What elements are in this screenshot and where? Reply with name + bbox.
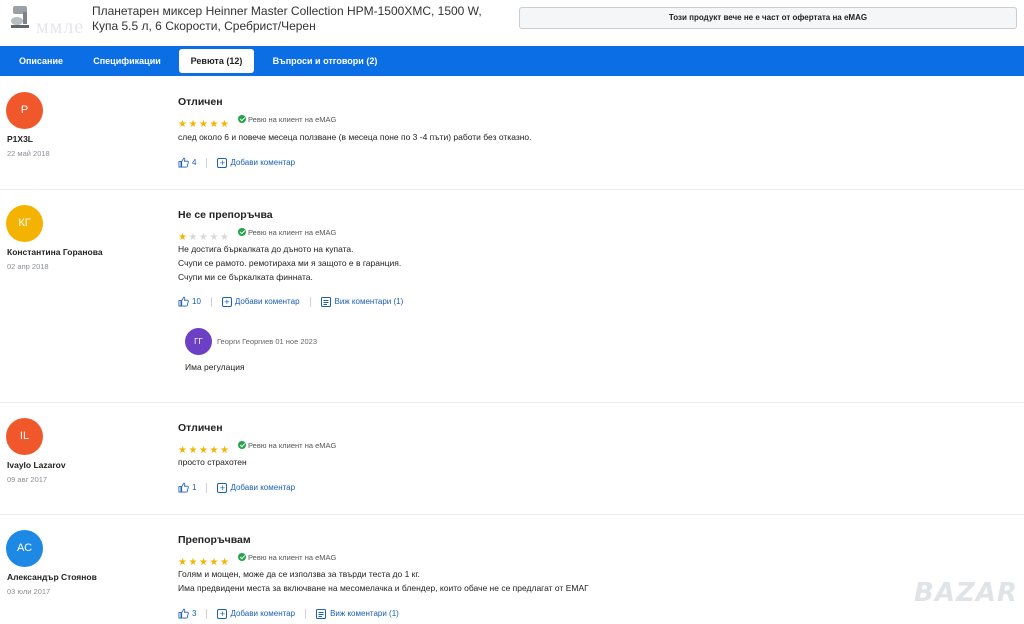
view-comments-link[interactable]: Виж коментари (1) <box>330 609 399 618</box>
thumbs-up-icon[interactable] <box>178 296 189 307</box>
reply-author: Георги Георгиев <box>217 337 274 346</box>
review-actions: 3 + Добави коментар Виж коментари (1) <box>178 608 399 620</box>
comments-list-icon[interactable] <box>316 608 327 619</box>
verified-label: Ревю на клиент на eMAG <box>248 553 337 562</box>
add-comment-link[interactable]: Добави коментар <box>230 158 295 167</box>
like-count[interactable]: 1 <box>192 483 196 492</box>
check-circle-icon <box>238 553 246 561</box>
star-filled-icon: ★ <box>178 119 187 130</box>
review-text-line: Има предвидени места за включване на мес… <box>178 583 589 593</box>
review-title: Препоръчвам <box>178 534 251 546</box>
like-count[interactable]: 3 <box>192 609 196 618</box>
tab-specifications[interactable]: Спецификации <box>84 46 170 76</box>
review-title: Отличен <box>178 96 223 108</box>
product-title: Планетарен миксер Heinner Master Collect… <box>92 4 482 33</box>
product-thumbnail[interactable] <box>6 2 34 30</box>
review-date: 22 май 2018 <box>7 149 50 158</box>
verified-label: Ревю на клиент на eMAG <box>248 441 337 450</box>
check-circle-icon <box>238 115 246 123</box>
check-circle-icon <box>238 441 246 449</box>
divider <box>210 296 212 307</box>
reviewer-name[interactable]: Александър Стоянов <box>7 572 97 582</box>
star-filled-icon: ★ <box>188 119 198 130</box>
verified-label: Ревю на клиент на eMAG <box>248 115 337 124</box>
review-date: 02 апр 2018 <box>7 262 49 271</box>
reply-avatar: ГГ <box>185 328 212 355</box>
divider <box>305 608 307 619</box>
like-count[interactable]: 4 <box>192 158 196 167</box>
review-separator <box>0 514 1024 515</box>
reply-date: 01 ное 2023 <box>275 337 318 346</box>
review-text-line: след около 6 и повече месеца ползване (в… <box>178 132 532 142</box>
add-comment-link[interactable]: Добави коментар <box>230 483 295 492</box>
review-title: Отличен <box>178 422 223 434</box>
reviewer-name[interactable]: Константина Горанова <box>7 247 103 257</box>
tab-reviews[interactable]: Ревюта (12) <box>179 49 254 73</box>
review-text-line: Счупи ми се бъркалката финната. <box>178 272 313 282</box>
reviewer-avatar: КГ <box>6 205 43 242</box>
review-text-line: Голям и мощен, може да се използва за тв… <box>178 569 420 579</box>
comments-list-icon[interactable] <box>320 296 331 307</box>
verified-badge: Ревю на клиент на eMAG <box>238 228 336 237</box>
review-text-line: Счупи се рамото. ремотираха ми я защото … <box>178 258 402 268</box>
like-count[interactable]: 10 <box>192 297 201 306</box>
review-text-line: просто страхотен <box>178 457 247 467</box>
site-watermark: BAZAR <box>914 578 1018 608</box>
reply-meta: Георги Георгиев 01 ное 2023 <box>217 337 317 346</box>
review-separator <box>0 402 1024 403</box>
product-header: ммле Планетарен миксер Heinner Master Co… <box>0 0 1024 46</box>
review-actions: 1 + Добави коментар <box>178 482 295 494</box>
tab-questions[interactable]: Въпроси и отговори (2) <box>262 46 388 76</box>
review-separator <box>0 189 1024 190</box>
verified-badge: Ревю на клиент на eMAG <box>238 441 336 450</box>
view-comments-link[interactable]: Виж коментари (1) <box>335 297 404 306</box>
review-actions: 4 + Добави коментар <box>178 157 295 169</box>
reply-text: Има регулация <box>185 362 245 372</box>
check-circle-icon <box>238 228 246 236</box>
add-comment-link[interactable]: Добави коментар <box>230 609 295 618</box>
review-date: 09 авг 2017 <box>7 475 48 484</box>
rating-stars: ★ ★ ★ ★ ★ <box>178 552 231 568</box>
star-filled-icon: ★ <box>220 119 229 130</box>
divider <box>206 482 208 493</box>
rating-stars: ★ ★ ★ ★ ★ <box>178 227 231 243</box>
verified-badge: Ревю на клиент на eMAG <box>238 115 336 124</box>
reviewer-name[interactable]: Ivaylo Lazarov <box>7 460 66 470</box>
verified-badge: Ревю на клиент на eMAG <box>238 553 336 562</box>
reviewer-name[interactable]: P1X3L <box>7 134 33 144</box>
reviewer-avatar: АС <box>6 530 43 567</box>
review-text-line: Не достига бъркалката до дъното на купат… <box>178 244 354 254</box>
star-filled-icon: ★ <box>209 119 219 130</box>
divider <box>206 608 208 619</box>
thumbs-up-icon[interactable] <box>178 157 189 168</box>
divider <box>309 296 311 307</box>
verified-label: Ревю на клиент на eMAG <box>248 228 337 237</box>
rating-stars: ★ ★ ★ ★ ★ <box>178 114 231 130</box>
thumbs-up-icon[interactable] <box>178 482 189 493</box>
reviewer-avatar: P <box>6 92 43 129</box>
unavailable-notice: Този продукт вече не е част от офертата … <box>519 7 1017 29</box>
reviewer-avatar: IL <box>6 418 43 455</box>
rating-stars: ★ ★ ★ ★ ★ <box>178 440 231 456</box>
tab-bar: Описание Спецификации Ревюта (12) Въпрос… <box>0 46 1024 76</box>
plus-icon[interactable]: + <box>221 296 232 307</box>
divider <box>206 157 208 168</box>
review-date: 03 юли 2017 <box>7 587 51 596</box>
thumbs-up-icon[interactable] <box>178 608 189 619</box>
review-actions: 10 + Добави коментар Виж коментари (1) <box>178 296 403 308</box>
add-comment-link[interactable]: Добави коментар <box>235 297 300 306</box>
plus-icon[interactable]: + <box>217 157 228 168</box>
review-title: Не се препоръчва <box>178 209 273 221</box>
watermark-text: ммле <box>36 16 85 38</box>
star-filled-icon: ★ <box>199 119 208 130</box>
tab-description[interactable]: Описание <box>8 46 74 76</box>
plus-icon[interactable]: + <box>217 482 228 493</box>
plus-icon[interactable]: + <box>217 608 228 619</box>
